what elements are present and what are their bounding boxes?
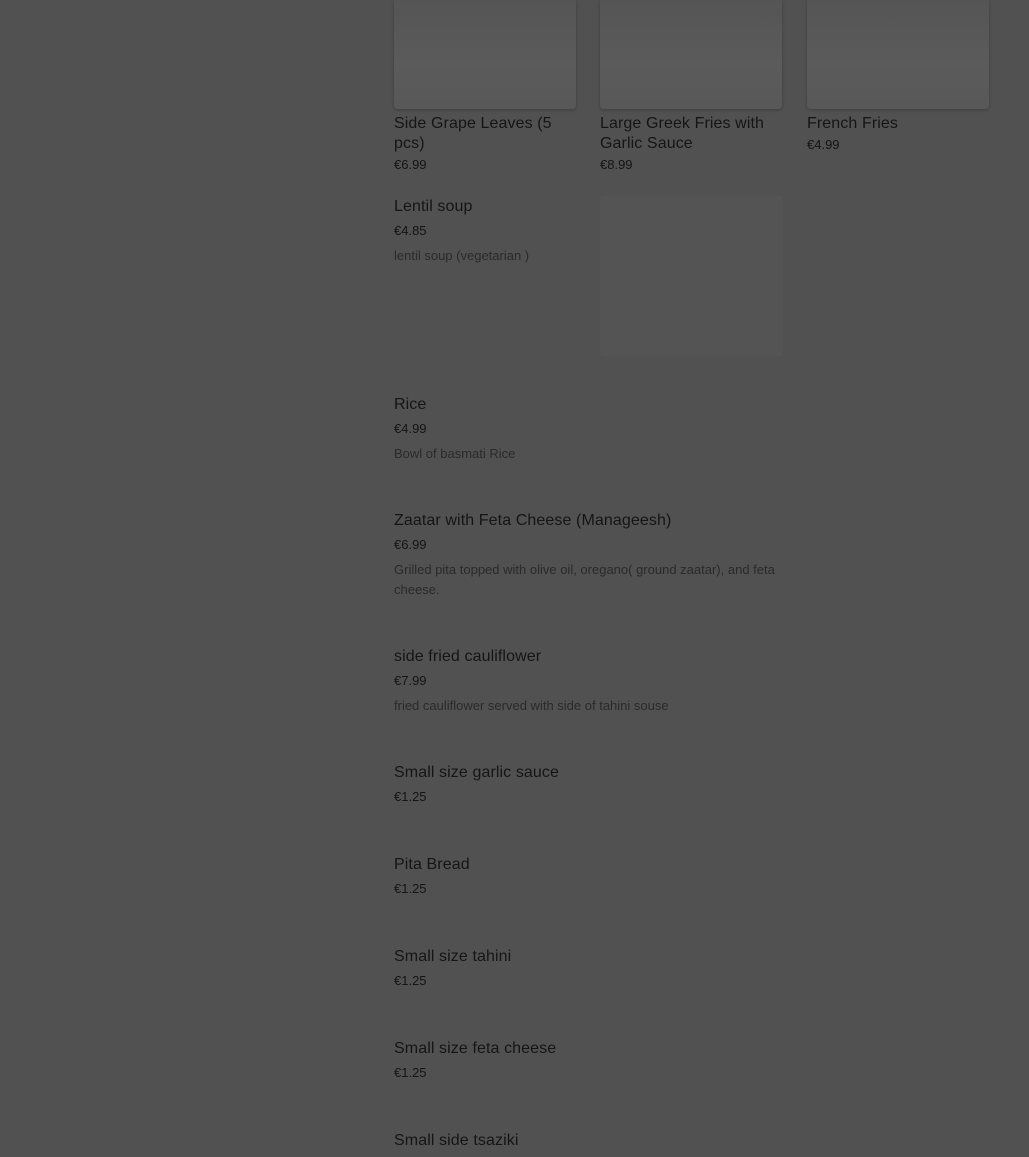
- item-title: Small size feta cheese: [394, 1040, 557, 1057]
- item-title: side fried cauliflower: [394, 648, 542, 665]
- item-title: Small size tahini: [394, 948, 512, 965]
- menu-item-lentil-soup[interactable]: Lentil soup €4.85 lentil soup (vegetaria…: [394, 197, 784, 266]
- menu-item-garlic-sauce[interactable]: Small size garlic sauce €1.25: [394, 763, 784, 806]
- menu-item-tahini[interactable]: Small size tahini €1.25: [394, 947, 784, 990]
- item-description: fried cauliflower served with side of ta…: [394, 698, 669, 713]
- featured-image: [807, 0, 989, 109]
- item-title: Small side tsaziki: [394, 1132, 519, 1149]
- item-price: €1.25: [394, 881, 427, 896]
- item-title: Lentil soup: [394, 198, 473, 215]
- menu-page: Side Grape Leaves (5 pcs) €6.99 Large Gr…: [0, 0, 1029, 1157]
- menu-item-zaatar-feta[interactable]: Zaatar with Feta Cheese (Manageesh) €6.9…: [394, 511, 784, 600]
- featured-title: Large Greek Fries with Garlic Sauce: [600, 115, 765, 152]
- item-price: €1.25: [394, 789, 427, 804]
- featured-title: French Fries: [807, 115, 898, 132]
- featured-image: [600, 0, 782, 109]
- featured-image: [394, 0, 576, 109]
- item-price: €7.99: [394, 673, 427, 688]
- item-price: €6.99: [394, 537, 427, 552]
- featured-card-french-fries[interactable]: French Fries €4.99: [807, 0, 990, 154]
- item-price: €4.85: [394, 223, 427, 238]
- featured-card-grape-leaves[interactable]: Side Grape Leaves (5 pcs) €6.99: [394, 0, 577, 174]
- item-description: Bowl of basmati Rice: [394, 446, 516, 461]
- item-title: Small size garlic sauce: [394, 764, 560, 781]
- item-price: €4.99: [394, 421, 427, 436]
- item-title: Zaatar with Feta Cheese (Manageesh): [394, 512, 672, 529]
- menu-item-fried-cauliflower[interactable]: side fried cauliflower €7.99 fried cauli…: [394, 647, 784, 716]
- menu-item-tsaziki[interactable]: Small side tsaziki: [394, 1131, 784, 1151]
- item-title: Rice: [394, 396, 427, 413]
- featured-price: €6.99: [394, 157, 427, 172]
- menu-item-pita-bread[interactable]: Pita Bread €1.25: [394, 855, 784, 898]
- item-title: Pita Bread: [394, 856, 470, 873]
- featured-card-greek-fries[interactable]: Large Greek Fries with Garlic Sauce €8.9…: [600, 0, 783, 174]
- menu-item-rice[interactable]: Rice €4.99 Bowl of basmati Rice: [394, 395, 784, 464]
- item-price: €1.25: [394, 973, 427, 988]
- featured-price: €8.99: [600, 157, 633, 172]
- item-description: lentil soup (vegetarian ): [394, 248, 530, 263]
- featured-title: Side Grape Leaves (5 pcs): [394, 115, 552, 152]
- menu-item-feta-cheese[interactable]: Small size feta cheese €1.25: [394, 1039, 784, 1082]
- featured-price: €4.99: [807, 137, 840, 152]
- item-price: €1.25: [394, 1065, 427, 1080]
- item-description: Grilled pita topped with olive oil, oreg…: [394, 562, 775, 597]
